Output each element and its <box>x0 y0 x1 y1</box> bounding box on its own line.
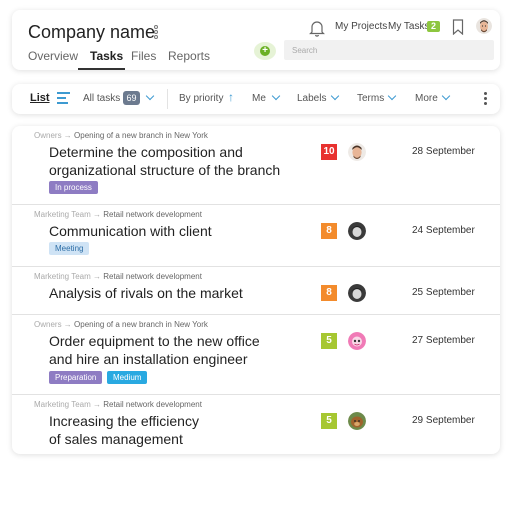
labels-filter[interactable]: Labels <box>297 93 326 104</box>
task-title[interactable]: Analysis of rivals on the market <box>49 284 243 302</box>
list-view-icon[interactable] <box>57 92 70 104</box>
more-filter[interactable]: More <box>415 93 438 104</box>
task-row[interactable]: Owners → Opening of a new branch in New … <box>12 315 500 395</box>
task-row[interactable]: Marketing Team → Retail network developm… <box>12 205 500 267</box>
chevron-down-icon[interactable] <box>330 91 340 101</box>
task-title[interactable]: Increasing the efficiency of sales manag… <box>49 412 199 448</box>
task-breadcrumb: Owners → Opening of a new branch in New … <box>34 320 208 329</box>
task-list: Owners → Opening of a new branch in New … <box>12 126 500 454</box>
tab-files[interactable]: Files <box>131 49 156 63</box>
task-due-date: 29 September <box>412 415 475 426</box>
bookmark-icon[interactable] <box>452 19 464 35</box>
user-avatar-icon[interactable] <box>476 18 492 34</box>
task-toolbar: List All tasks 69 By priority ↑ Me Label… <box>12 84 500 114</box>
tab-reports[interactable]: Reports <box>168 49 210 63</box>
dog-avatar-icon[interactable] <box>348 412 366 430</box>
priority-badge[interactable]: 5 <box>321 333 337 349</box>
tab-overview[interactable]: Overview <box>28 49 78 63</box>
my-tasks-count-badge: 2 <box>427 21 440 32</box>
toolbar-menu-icon[interactable] <box>484 92 488 107</box>
task-title[interactable]: Communication with client <box>49 222 212 240</box>
chevron-down-icon[interactable] <box>387 91 397 101</box>
priority-badge[interactable]: 8 <box>321 285 337 301</box>
priority-badge[interactable]: 10 <box>321 144 337 160</box>
task-row[interactable]: Marketing Team → Retail network developm… <box>12 395 500 454</box>
task-due-date: 25 September <box>412 287 475 298</box>
bw-avatar-icon[interactable] <box>348 284 366 302</box>
all-tasks-count-badge: 69 <box>123 91 140 105</box>
pink-avatar-icon[interactable] <box>348 332 366 350</box>
assignee-filter[interactable]: Me <box>252 93 266 104</box>
status-tag[interactable]: Preparation <box>49 371 103 384</box>
priority-badge[interactable]: 5 <box>321 413 337 429</box>
task-title[interactable]: Determine the composition and organizati… <box>49 143 280 179</box>
add-task-button[interactable]: + <box>254 42 276 60</box>
terms-filter[interactable]: Terms <box>357 93 384 104</box>
my-projects-link[interactable]: My Projects <box>335 21 387 32</box>
task-row[interactable]: Owners → Opening of a new branch in New … <box>12 126 500 205</box>
task-due-date: 24 September <box>412 225 475 236</box>
task-breadcrumb: Marketing Team → Retail network developm… <box>34 210 202 219</box>
task-breadcrumb: Owners → Opening of a new branch in New … <box>34 131 208 140</box>
bell-icon[interactable] <box>309 19 325 37</box>
priority-tag[interactable]: Medium <box>107 371 148 384</box>
man-avatar-icon[interactable] <box>348 143 366 161</box>
company-name[interactable]: Company name <box>28 22 155 43</box>
active-tab-indicator <box>78 68 125 70</box>
my-tasks-link[interactable]: My Tasks <box>388 21 430 32</box>
task-breadcrumb: Marketing Team → Retail network developm… <box>34 400 202 409</box>
all-tasks-filter[interactable]: All tasks <box>83 93 120 104</box>
task-due-date: 27 September <box>412 335 475 346</box>
status-tag[interactable]: In process <box>49 181 98 194</box>
task-row[interactable]: Marketing Team → Retail network developm… <box>12 267 500 315</box>
project-header: Company name Overview Tasks Files Report… <box>12 10 500 70</box>
tab-tasks[interactable]: Tasks <box>90 49 123 63</box>
bw-avatar-icon[interactable] <box>348 222 366 240</box>
chevron-down-icon[interactable] <box>145 91 155 101</box>
task-due-date: 28 September <box>412 146 475 157</box>
task-breadcrumb: Marketing Team → Retail network developm… <box>34 272 202 281</box>
sort-ascending-icon[interactable]: ↑ <box>228 90 234 104</box>
search-input[interactable] <box>284 40 494 60</box>
company-menu-icon[interactable] <box>153 25 159 41</box>
category-tag[interactable]: Meeting <box>49 242 90 255</box>
priority-badge[interactable]: 8 <box>321 223 337 239</box>
sort-dropdown[interactable]: By priority <box>179 93 223 104</box>
list-view-toggle[interactable]: List <box>30 92 50 104</box>
toolbar-divider <box>167 89 168 109</box>
task-title[interactable]: Order equipment to the new office and hi… <box>49 332 260 368</box>
chevron-down-icon[interactable] <box>441 91 451 101</box>
chevron-down-icon[interactable] <box>271 91 281 101</box>
